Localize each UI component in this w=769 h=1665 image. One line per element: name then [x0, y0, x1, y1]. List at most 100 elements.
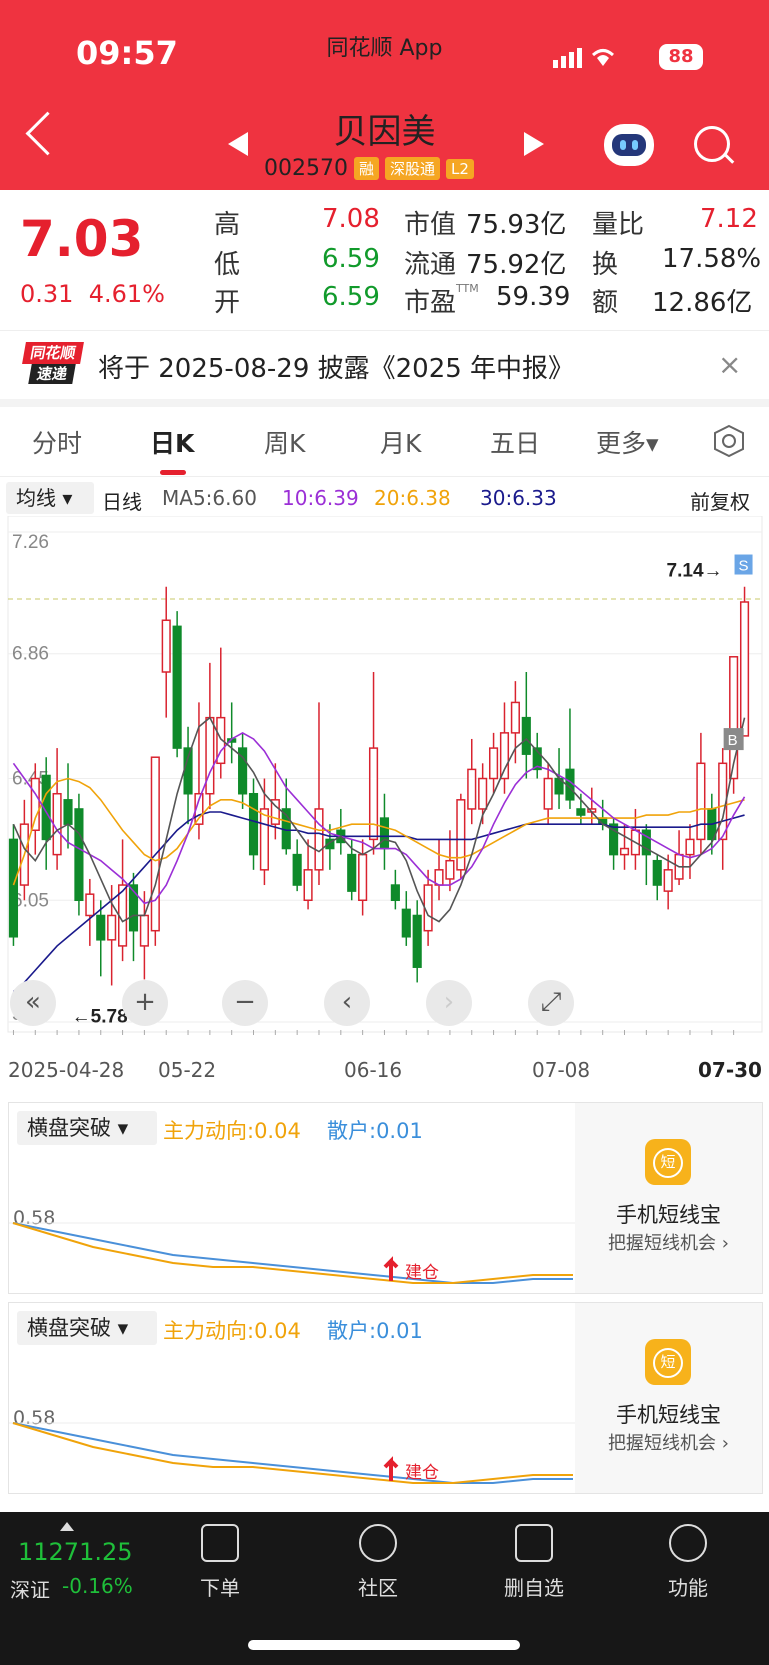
main-force-line — [12, 1222, 573, 1284]
turnover-label: 换 — [592, 250, 619, 280]
candle-body — [521, 716, 531, 755]
prev-stock-icon[interactable] — [228, 132, 248, 156]
nav-order[interactable]: 下单 — [160, 1520, 280, 1601]
retail-line — [12, 1422, 573, 1484]
buy-signal-label: 建仓 — [405, 1463, 439, 1482]
tab-intraday[interactable]: 分时 — [32, 424, 82, 460]
tab-more[interactable]: 更多▾ — [596, 424, 659, 460]
active-tab-indicator — [160, 470, 186, 475]
current-price: 7.03 — [20, 210, 144, 268]
candle-body — [739, 601, 750, 737]
nav-functions[interactable]: 功能 — [628, 1520, 748, 1601]
stock-code: 002570 — [264, 156, 348, 181]
period-label: 日线 — [102, 490, 142, 514]
tab-daily[interactable]: 日K — [150, 424, 194, 460]
short-line-promo[interactable]: 短 手机短线宝 把握短线机会 › — [575, 1303, 762, 1493]
tab-monthly[interactable]: 月K — [380, 424, 421, 460]
scroll-left-button[interactable]: ‹ — [324, 980, 370, 1026]
stock-code-row: 002570 融 深股通 L2 — [264, 156, 474, 181]
low-label: 低 — [214, 250, 241, 280]
candle-body — [390, 884, 400, 902]
candle-body — [85, 893, 95, 917]
vol-ratio-label: 量比 — [592, 210, 645, 240]
x-label-end: 07-30 — [698, 1058, 762, 1082]
notice-text: 将于 2025-08-29 披露《2025 年中报》 — [98, 354, 575, 384]
order-icon — [201, 1524, 239, 1562]
chart-frame — [7, 516, 763, 1033]
candle-body — [314, 808, 324, 871]
candle-body — [139, 914, 149, 947]
tab-five-day[interactable]: 五日 — [490, 424, 540, 460]
candle-body — [52, 792, 62, 856]
candle-body — [619, 847, 630, 856]
remove-watchlist-icon — [515, 1524, 553, 1562]
price-change: 0.31 4.61% — [20, 280, 165, 308]
candle-body — [150, 756, 160, 932]
candle-body — [467, 768, 477, 810]
candle-body — [576, 808, 586, 816]
ma-selector[interactable]: 均线 ▾ — [6, 482, 94, 514]
short-line-promo[interactable]: 短 手机短线宝 把握短线机会 › — [575, 1103, 762, 1293]
candle-body — [292, 853, 302, 886]
nav-community[interactable]: 社区 — [318, 1520, 438, 1601]
candle-body — [543, 777, 553, 810]
candle-body — [63, 799, 73, 825]
mcap-label: 市值 — [404, 210, 457, 240]
promo-title: 手机短线宝 — [616, 1403, 721, 1427]
fullscreen-button[interactable]: ⤢ — [528, 980, 574, 1026]
float-label: 流通 — [404, 250, 457, 280]
y-tick-label: 7.26 — [12, 532, 49, 553]
tag-margin: 融 — [353, 157, 379, 180]
candle-body — [205, 716, 215, 795]
candle-body — [478, 777, 488, 810]
promo-title: 手机短线宝 — [616, 1203, 721, 1227]
close-icon[interactable]: × — [718, 348, 741, 381]
amount-label: 额 — [592, 288, 619, 318]
indicator-chart: 建仓 — [9, 1222, 575, 1284]
candle-body — [96, 914, 106, 941]
short-line-icon: 短 — [645, 1339, 691, 1385]
mcap-value: 75.93亿 — [466, 210, 567, 240]
index-change: -0.16% — [62, 1574, 133, 1598]
tab-weekly[interactable]: 周K — [264, 424, 305, 460]
next-stock-icon[interactable] — [524, 132, 544, 156]
index-value[interactable]: 11271.25 — [18, 1538, 133, 1566]
sell-marker: S — [739, 558, 749, 575]
kline-chart[interactable]: 7.266.866.456.055.65 7.14→←5.78SB — [0, 516, 769, 1044]
zoom-in-button[interactable]: + — [122, 980, 168, 1026]
candle-body — [259, 808, 269, 871]
index-name: 深证 — [10, 1578, 50, 1602]
indicator-panel-1: 横盘突破 ▾ 主力动向:0.04 散户:0.01 0.58 建仓 短 手机短线宝… — [8, 1102, 763, 1294]
tag-connect: 深股通 — [385, 157, 441, 180]
tag-l2: L2 — [446, 158, 474, 179]
candle-body — [379, 817, 390, 850]
low-value: 6.59 — [322, 244, 380, 274]
candle-body — [696, 762, 706, 841]
assistant-robot-icon[interactable] — [604, 124, 654, 166]
ma5-value: MA5:6.60 — [162, 486, 257, 510]
x-label-3: 06-16 — [344, 1058, 403, 1082]
candle-body — [303, 869, 313, 902]
ma30-value: 30:6.33 — [480, 486, 557, 510]
amount-value: 12.86亿 — [652, 288, 753, 318]
candle-body — [663, 869, 673, 892]
expand-index-icon[interactable] — [60, 1522, 74, 1531]
open-label: 开 — [214, 288, 241, 318]
candle-body — [347, 853, 357, 892]
candle-body — [489, 747, 499, 780]
indicator-panel-2: 横盘突破 ▾ 主力动向:0.04 散户:0.01 0.58 建仓 短 手机短线宝… — [8, 1302, 763, 1494]
candle-body — [30, 777, 40, 832]
pe-value: 59.39 — [496, 282, 571, 312]
candle-body — [445, 859, 455, 880]
high-value: 7.08 — [322, 204, 380, 234]
adjust-mode[interactable]: 前复权 — [690, 486, 750, 515]
min-price-marker: ←5.78 — [72, 1006, 128, 1027]
search-icon[interactable] — [694, 126, 730, 162]
zoom-out-button[interactable]: − — [222, 980, 268, 1026]
home-indicator — [248, 1640, 520, 1650]
settings-hexagon-icon[interactable] — [712, 424, 744, 458]
scroll-right-button[interactable]: › — [426, 980, 472, 1026]
battery-indicator: 88 — [659, 44, 703, 70]
zoom-out-far-button[interactable]: « — [10, 980, 56, 1026]
nav-remove-watchlist[interactable]: 删自选 — [474, 1520, 594, 1601]
